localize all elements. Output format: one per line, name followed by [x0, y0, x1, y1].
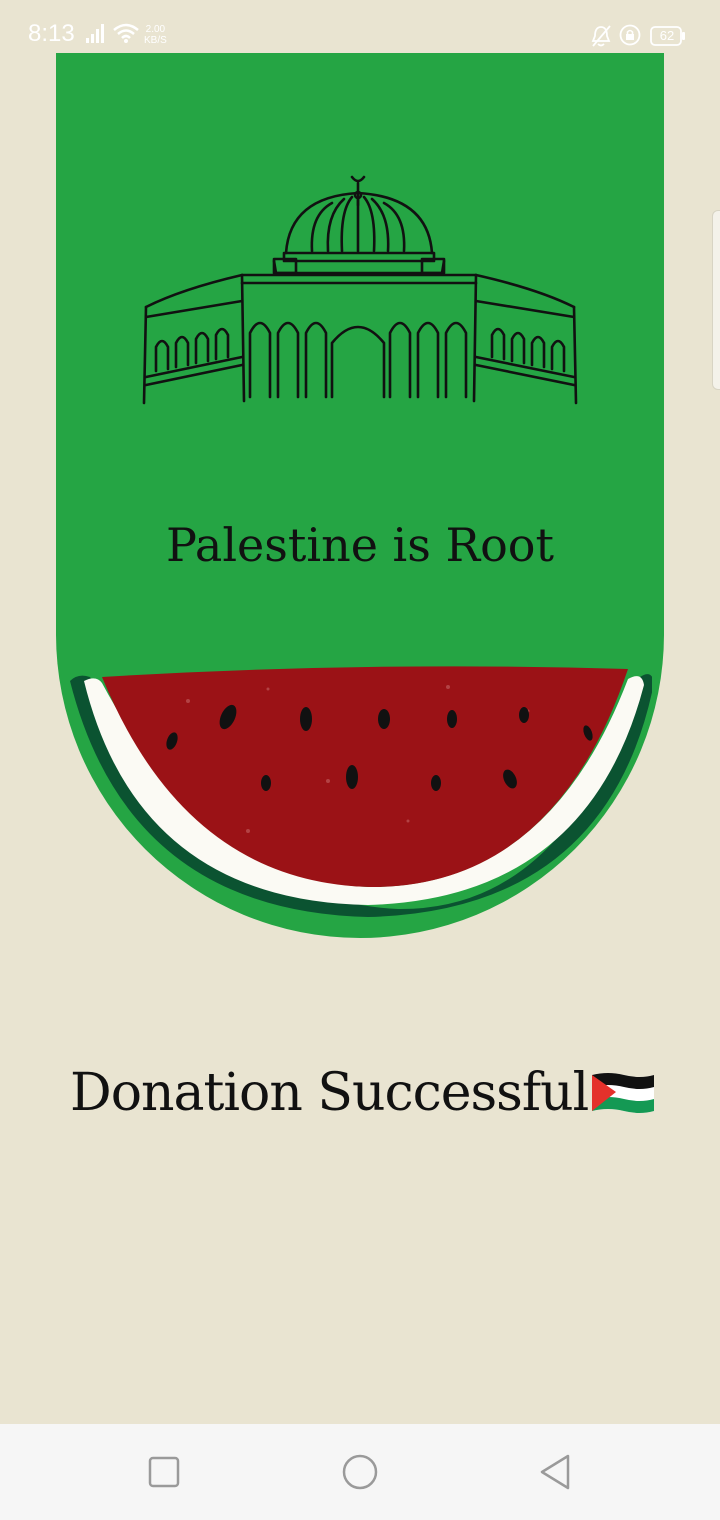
status-time: 8:13 — [28, 20, 75, 47]
speed-unit: KB/S — [144, 35, 167, 46]
success-text: Donation Successful — [70, 1063, 589, 1123]
palestine-flag-icon — [592, 1073, 655, 1113]
donation-success-message: Donation Successful — [70, 1058, 660, 1128]
navigation-bar — [0, 1424, 720, 1520]
muted-bell-icon — [591, 25, 611, 47]
battery-level: 62 — [659, 28, 675, 43]
watermelon-icon — [70, 666, 652, 917]
network-speed: 2.00 KB/S — [144, 24, 167, 46]
recent-apps-button[interactable] — [144, 1452, 184, 1492]
al-aqsa-dome-icon — [142, 175, 578, 405]
rotation-lock-icon — [619, 24, 641, 46]
edge-panel-handle[interactable] — [712, 210, 720, 390]
palestine-banner: Palestine is Root — [56, 53, 664, 938]
wifi-icon — [113, 23, 139, 43]
banner-title: Palestine is Root — [166, 518, 554, 572]
speed-value: 2.00 — [145, 24, 166, 35]
home-button[interactable] — [340, 1452, 380, 1492]
signal-icon — [86, 24, 104, 43]
back-button[interactable] — [536, 1452, 576, 1492]
